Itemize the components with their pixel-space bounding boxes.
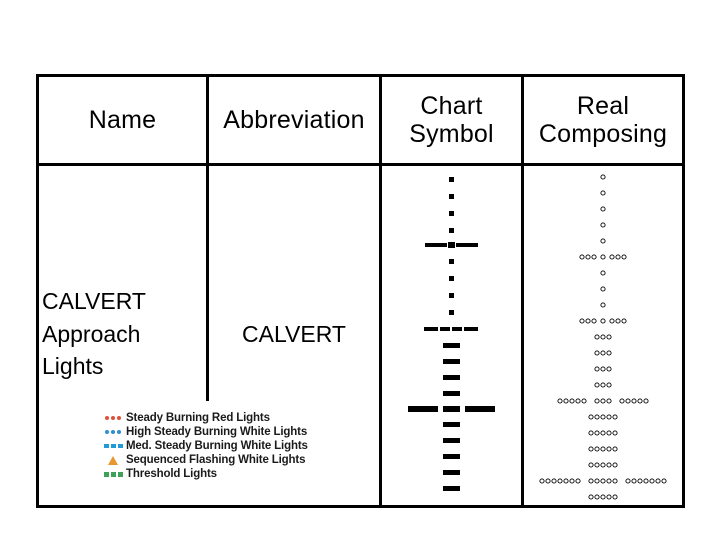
legend-marker-orange-triangle-icon bbox=[100, 454, 126, 466]
legend-label-med-steady-white: Med. Steady Burning White Lights bbox=[126, 440, 308, 452]
legend-label-threshold-lights: Threshold Lights bbox=[126, 468, 217, 480]
calvert-real-composing-icon bbox=[539, 174, 667, 500]
row-name-line-2: Approach bbox=[42, 320, 141, 347]
column-header-chart-symbol: Chart Symbol bbox=[382, 77, 521, 163]
page-root: Name Abbreviation Chart Symbol Real Comp… bbox=[0, 0, 720, 540]
legend-marker-blue-dashes-icon bbox=[100, 440, 126, 452]
column-header-real-composing-line2: Composing bbox=[538, 120, 668, 148]
legend-label-steady-burning-red: Steady Burning Red Lights bbox=[126, 412, 270, 424]
row-name-line-3: Lights bbox=[42, 353, 104, 380]
legend-marker-green-squares-icon bbox=[100, 468, 126, 480]
calvert-chart-symbol-icon bbox=[408, 177, 495, 491]
legend: Steady Burning Red Lights High Steady Bu… bbox=[100, 411, 350, 483]
legend-item-threshold-lights: Threshold Lights bbox=[100, 467, 350, 481]
legend-label-high-steady-white: High Steady Burning White Lights bbox=[126, 426, 308, 438]
column-header-name: Name bbox=[39, 77, 206, 163]
column-header-chart-symbol-label: Chart Symbol bbox=[409, 92, 494, 148]
legend-item-med-steady-white: Med. Steady Burning White Lights bbox=[100, 439, 350, 453]
row-abbreviation-label: CALVERT bbox=[242, 320, 346, 347]
legend-marker-red-dots-icon bbox=[100, 412, 126, 424]
column-header-abbreviation-label: Abbreviation bbox=[223, 106, 365, 134]
row-real-composing-cell bbox=[524, 163, 682, 505]
legend-item-steady-burning-red: Steady Burning Red Lights bbox=[100, 411, 350, 425]
column-header-chart-symbol-line2: Symbol bbox=[409, 120, 494, 148]
column-header-chart-symbol-line1: Chart bbox=[420, 92, 483, 120]
column-header-name-label: Name bbox=[88, 106, 157, 134]
legend-item-high-steady-white: High Steady Burning White Lights bbox=[100, 425, 350, 439]
legend-marker-blue-dots-icon bbox=[100, 426, 126, 438]
row-chart-symbol-cell bbox=[382, 163, 521, 505]
legend-label-sequenced-flashing-white: Sequenced Flashing White Lights bbox=[126, 454, 306, 466]
row-name-line-1: CALVERT bbox=[42, 288, 146, 315]
column-header-abbreviation: Abbreviation bbox=[209, 77, 379, 163]
legend-item-sequenced-flashing-white: Sequenced Flashing White Lights bbox=[100, 453, 350, 467]
column-header-real-composing-line1: Real bbox=[576, 92, 630, 120]
column-header-real-composing-label: Real Composing bbox=[539, 92, 667, 148]
column-header-real-composing: Real Composing bbox=[524, 77, 682, 163]
